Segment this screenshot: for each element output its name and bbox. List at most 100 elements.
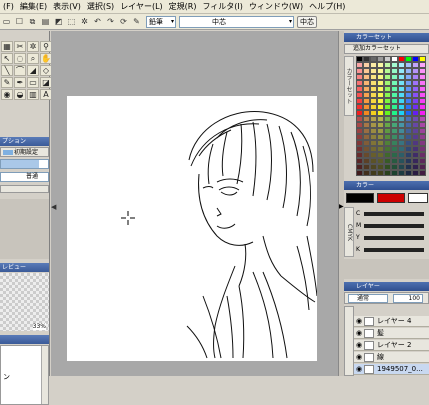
chevron-down-icon: ▾ xyxy=(170,17,174,25)
gradient-icon[interactable]: ▥ xyxy=(27,89,39,100)
sub-color-box[interactable] xyxy=(377,193,405,203)
option-row-2 xyxy=(0,185,49,193)
eye-icon[interactable]: ◉ xyxy=(354,317,364,325)
color-panel-empty xyxy=(344,259,429,279)
option-empty xyxy=(0,199,49,259)
layer-name: レイヤー 4 xyxy=(377,317,412,325)
menu-item[interactable]: フィルタ(I) xyxy=(199,0,245,13)
brush-select[interactable]: 鉛筆 ▾ xyxy=(146,15,176,28)
layer-row[interactable]: ◉ 1949507_0... xyxy=(354,364,429,375)
layer-side-tools xyxy=(344,306,354,376)
option-swatch xyxy=(3,150,13,155)
layer-row[interactable]: ◉ レイヤー 4 xyxy=(354,316,429,327)
color-swatch[interactable] xyxy=(398,170,405,176)
scrollbar[interactable] xyxy=(41,346,48,404)
lasso-icon[interactable]: ◌ xyxy=(14,53,26,64)
eraser-icon[interactable]: ▭ xyxy=(27,77,39,88)
magic-wand-icon[interactable]: ✲ xyxy=(79,16,90,27)
save-icon[interactable]: ▭ xyxy=(1,16,12,27)
size-select[interactable]: 中芯 ▾ xyxy=(179,15,294,28)
preview-thumbnail: 33% xyxy=(0,273,49,331)
menu-item[interactable]: 定規(R) xyxy=(166,0,200,13)
option-field[interactable] xyxy=(0,159,49,169)
eye-icon[interactable]: ◉ xyxy=(354,341,364,349)
slider-c[interactable]: C xyxy=(356,209,424,218)
bottom-list-item[interactable]: ン xyxy=(3,372,10,382)
rotate-icon[interactable]: ⟳ xyxy=(118,16,129,27)
color-swatch[interactable] xyxy=(391,170,398,176)
paste-icon[interactable]: ▤ xyxy=(40,16,51,27)
redo-icon[interactable]: ↷ xyxy=(105,16,116,27)
color-swatch[interactable] xyxy=(405,170,412,176)
collapse-left-icon[interactable]: ◀ xyxy=(51,203,56,211)
slider-k[interactable]: K xyxy=(356,245,424,254)
menu-item[interactable]: 表示(V) xyxy=(50,0,84,13)
menu-item[interactable]: 選択(S) xyxy=(84,0,117,13)
copy-icon[interactable]: ⧉ xyxy=(27,16,38,27)
polyline-icon[interactable]: ⌒ xyxy=(14,65,26,76)
tab-cmyk[interactable]: CMYK xyxy=(344,207,354,257)
color-panel-title: カラー xyxy=(344,181,429,190)
color-swatch[interactable] xyxy=(377,170,384,176)
pencil-icon[interactable]: ✎ xyxy=(131,16,142,27)
eye-icon[interactable]: ◉ xyxy=(354,329,364,337)
color-swatch[interactable] xyxy=(370,170,377,176)
option-row: 初期設定 xyxy=(0,147,49,157)
zoom-icon[interactable]: ⌕ xyxy=(27,53,39,64)
ruler-icon[interactable]: ◢ xyxy=(27,65,39,76)
layer-name: レイヤー 2 xyxy=(377,341,412,349)
pen-icon[interactable]: ✒ xyxy=(14,77,26,88)
menu-bar: (F) 編集(E) 表示(V) 選択(S) レイヤー(L) 定規(R) フィルタ(I) ウィン… xyxy=(0,0,429,14)
colorset-select[interactable]: 追加カラーセット xyxy=(344,44,429,54)
slider-m[interactable]: M xyxy=(356,221,424,230)
layer-options-bar: 通常 100 xyxy=(344,292,429,304)
line-tool-icon[interactable]: ╲ xyxy=(1,65,13,76)
grid-tool-icon[interactable]: ▦ xyxy=(1,41,13,52)
undo-icon[interactable]: ↶ xyxy=(92,16,103,27)
tab-colorset[interactable]: カラーセット xyxy=(344,56,354,116)
option-panel-title: プション xyxy=(0,137,49,146)
color-swatch[interactable] xyxy=(419,170,426,176)
scissors-icon[interactable]: ✂ xyxy=(14,41,26,52)
transparent-color-box[interactable] xyxy=(408,193,428,203)
color-boxes xyxy=(344,191,429,205)
drawing-canvas[interactable] xyxy=(67,96,318,361)
menu-item[interactable]: ウィンドウ(W) xyxy=(246,0,306,13)
color-swatch-grid[interactable] xyxy=(356,56,429,181)
menu-item[interactable]: ヘルプ(H) xyxy=(306,0,348,13)
airbrush-icon[interactable]: ◉ xyxy=(1,89,13,100)
color-swatch[interactable] xyxy=(356,170,363,176)
color-swatch[interactable] xyxy=(412,170,419,176)
canvas-area[interactable]: ◀ xyxy=(51,31,342,376)
colorset-panel-title: カラーセット xyxy=(344,33,429,42)
mode-button[interactable]: 中芯 xyxy=(297,15,317,28)
menu-item[interactable]: (F) xyxy=(0,0,17,13)
color-swatch[interactable] xyxy=(384,170,391,176)
eye-icon[interactable]: ◉ xyxy=(354,365,364,373)
option-slider-fill xyxy=(1,160,39,168)
opacity-field[interactable]: 100 xyxy=(393,294,423,303)
blend-mode-select[interactable]: 通常 xyxy=(348,294,388,303)
blend-select[interactable]: 普通 xyxy=(0,172,49,182)
brush-icon[interactable]: ✎ xyxy=(1,77,13,88)
bottom-list: ン xyxy=(0,345,49,405)
blend-icon[interactable]: ◒ xyxy=(14,89,26,100)
wand-icon[interactable]: ✲ xyxy=(27,41,39,52)
layer-row[interactable]: ◉ 線 xyxy=(354,352,429,363)
arrow-tool-icon[interactable]: ↖ xyxy=(1,53,13,64)
select-icon[interactable]: ⬚ xyxy=(66,16,77,27)
init-setting-label[interactable]: 初期設定 xyxy=(14,148,38,157)
layer-thumbnail xyxy=(364,328,374,338)
color-swatch[interactable] xyxy=(363,170,370,176)
layer-row[interactable]: ◉ レイヤー 2 xyxy=(354,340,429,351)
eye-icon[interactable]: ◉ xyxy=(354,353,364,361)
layer-row[interactable]: ◉ 髪 xyxy=(354,328,429,339)
slider-y[interactable]: Y xyxy=(356,233,424,242)
collapse-right-icon[interactable]: ▶ xyxy=(339,203,344,210)
main-color-box[interactable] xyxy=(346,193,374,203)
transform-icon[interactable]: ◩ xyxy=(53,16,64,27)
layer-thumbnail xyxy=(364,340,374,350)
menu-item[interactable]: レイヤー(L) xyxy=(117,0,165,13)
menu-item[interactable]: 編集(E) xyxy=(17,0,50,13)
layers-icon[interactable]: ☐ xyxy=(14,16,25,27)
